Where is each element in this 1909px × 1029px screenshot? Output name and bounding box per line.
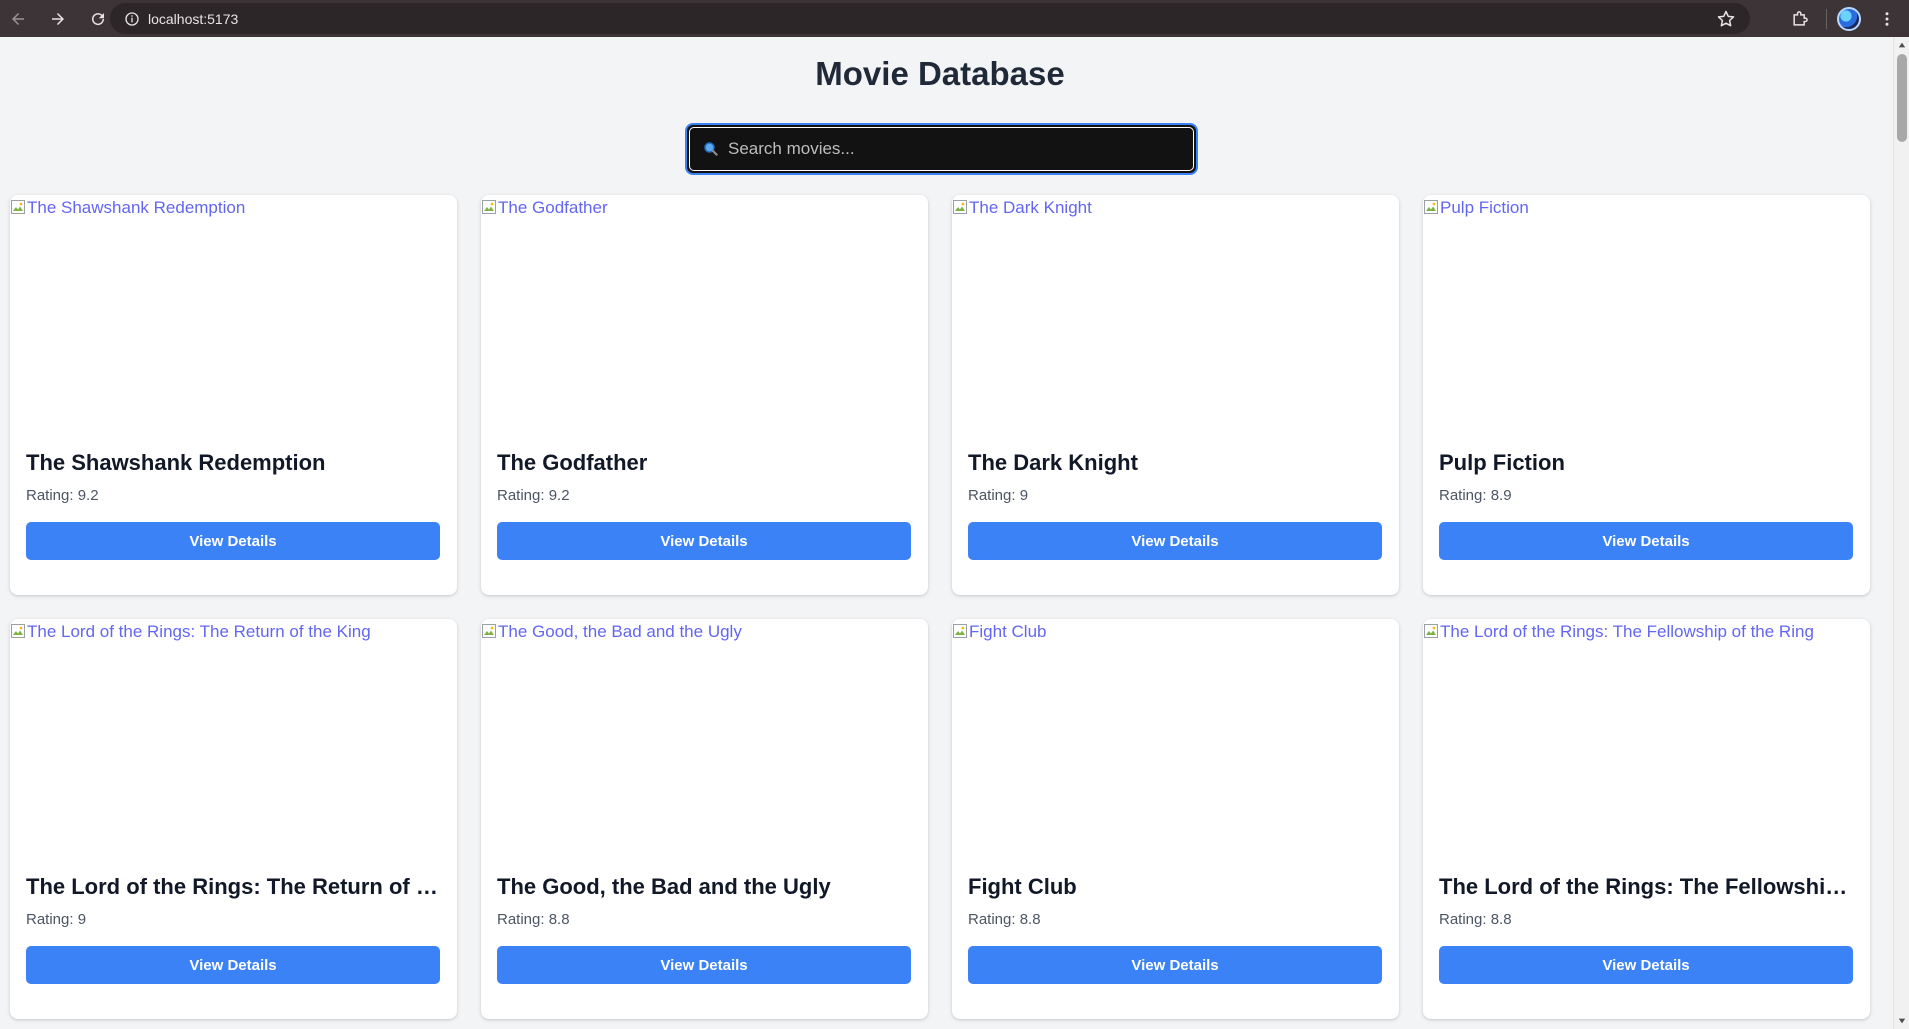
view-details-button[interactable]: View Details (1439, 946, 1853, 984)
movie-title: Fight Club (968, 874, 1077, 899)
page-viewport: Movie Database The Shawshank Redemption … (0, 37, 1893, 1029)
movie-rating: Rating: 8.9 (1439, 487, 1512, 504)
movie-title: The Dark Knight (968, 450, 1138, 475)
reload-icon (92, 12, 105, 25)
scroll-down-arrow[interactable] (1894, 1013, 1909, 1029)
address-bar[interactable]: localhost:5173 (110, 3, 1750, 34)
poster-alt-text: Pulp Fiction (1440, 198, 1529, 217)
broken-image-icon (482, 200, 496, 214)
movie-card: The Shawshank Redemption The Shawshank R… (10, 195, 457, 595)
broken-image-icon (953, 200, 967, 214)
view-details-button[interactable]: View Details (968, 946, 1382, 984)
extensions-button[interactable] (1784, 3, 1816, 35)
profile-avatar[interactable] (1837, 6, 1861, 31)
movie-card: The Dark Knight The Dark Knight Rating: … (952, 195, 1399, 595)
poster-alt-text: The Lord of the Rings: The Return of the… (27, 622, 371, 641)
movie-rating: Rating: 8.8 (1439, 911, 1512, 928)
movie-poster: Fight Club (952, 619, 1399, 872)
poster-alt-text: The Dark Knight (969, 198, 1092, 217)
movie-poster: The Good, the Bad and the Ugly (481, 619, 928, 872)
view-details-button[interactable]: View Details (26, 946, 440, 984)
movie-poster: The Lord of the Rings: The Return of the… (10, 619, 457, 872)
broken-image-icon (11, 200, 25, 214)
movie-title: Pulp Fiction (1439, 450, 1565, 475)
movie-rating: Rating: 9.2 (497, 487, 570, 504)
arrow-left-icon (12, 12, 24, 25)
movie-title: The Lord of the Rings: The Fellowship of… (1439, 874, 1854, 899)
movie-poster: The Godfather (481, 195, 928, 448)
movie-rating: Rating: 9 (968, 487, 1029, 504)
movie-poster: Pulp Fiction (1423, 195, 1870, 448)
page-title: Movie Database (815, 55, 1065, 92)
movie-title: The Good, the Bad and the Ugly (497, 874, 831, 899)
broken-image-icon (1424, 624, 1438, 638)
movie-card: The Godfather The Godfather Rating: 9.2 … (481, 195, 928, 595)
movie-card: The Lord of the Rings: The Fellowship of… (1423, 619, 1870, 1019)
poster-alt-text: Fight Club (969, 622, 1047, 641)
movie-title: The Godfather (497, 450, 648, 475)
browser-menu-button[interactable] (1875, 3, 1899, 35)
forward-button[interactable] (40, 5, 76, 33)
broken-image-icon (11, 624, 25, 638)
movie-card: The Good, the Bad and the Ugly The Good,… (481, 619, 928, 1019)
poster-alt-text: The Godfather (498, 198, 608, 217)
search-box[interactable] (685, 123, 1198, 175)
movie-grid: The Shawshank Redemption The Shawshank R… (10, 195, 1870, 1019)
view-details-button[interactable]: View Details (968, 522, 1382, 560)
kebab-menu-icon (1885, 11, 1889, 26)
movie-poster: The Lord of the Rings: The Fellowship of… (1423, 619, 1870, 872)
view-details-button[interactable]: View Details (497, 946, 911, 984)
search-input[interactable] (728, 139, 1168, 159)
poster-alt-text: The Shawshank Redemption (27, 198, 246, 217)
url-text[interactable]: localhost:5173 (148, 11, 238, 27)
view-details-button[interactable]: View Details (1439, 522, 1853, 560)
info-icon[interactable] (116, 3, 148, 34)
back-button[interactable] (0, 5, 36, 33)
puzzle-icon (1793, 10, 1808, 26)
star-icon[interactable] (1716, 9, 1736, 29)
movie-rating: Rating: 9.2 (26, 487, 99, 504)
arrow-right-icon (52, 12, 64, 25)
movie-title: The Shawshank Redemption (26, 450, 326, 475)
poster-alt-text: The Lord of the Rings: The Fellowship of… (1440, 622, 1814, 641)
movie-rating: Rating: 8.8 (497, 911, 570, 928)
poster-alt-text: The Good, the Bad and the Ugly (498, 622, 742, 641)
magnifier-icon (704, 142, 718, 156)
page-scrollbar[interactable] (1893, 37, 1909, 1029)
movie-card: The Lord of the Rings: The Return of the… (10, 619, 457, 1019)
broken-image-icon (1424, 200, 1438, 214)
broken-image-icon (953, 624, 967, 638)
view-details-button[interactable]: View Details (497, 522, 911, 560)
movie-card: Pulp Fiction Pulp Fiction Rating: 8.9 Vi… (1423, 195, 1870, 595)
browser-toolbar: localhost:5173 (0, 0, 1909, 37)
scroll-thumb[interactable] (1897, 54, 1907, 142)
toolbar-divider (1826, 8, 1827, 29)
scroll-up-arrow[interactable] (1894, 37, 1909, 53)
movie-rating: Rating: 8.8 (968, 911, 1041, 928)
movie-title: The Lord of the Rings: The Return of the… (26, 874, 441, 899)
view-details-button[interactable]: View Details (26, 522, 440, 560)
movie-card: Fight Club Fight Club Rating: 8.8 View D… (952, 619, 1399, 1019)
movie-poster: The Dark Knight (952, 195, 1399, 448)
movie-poster: The Shawshank Redemption (10, 195, 457, 448)
movie-rating: Rating: 9 (26, 911, 87, 928)
broken-image-icon (482, 624, 496, 638)
